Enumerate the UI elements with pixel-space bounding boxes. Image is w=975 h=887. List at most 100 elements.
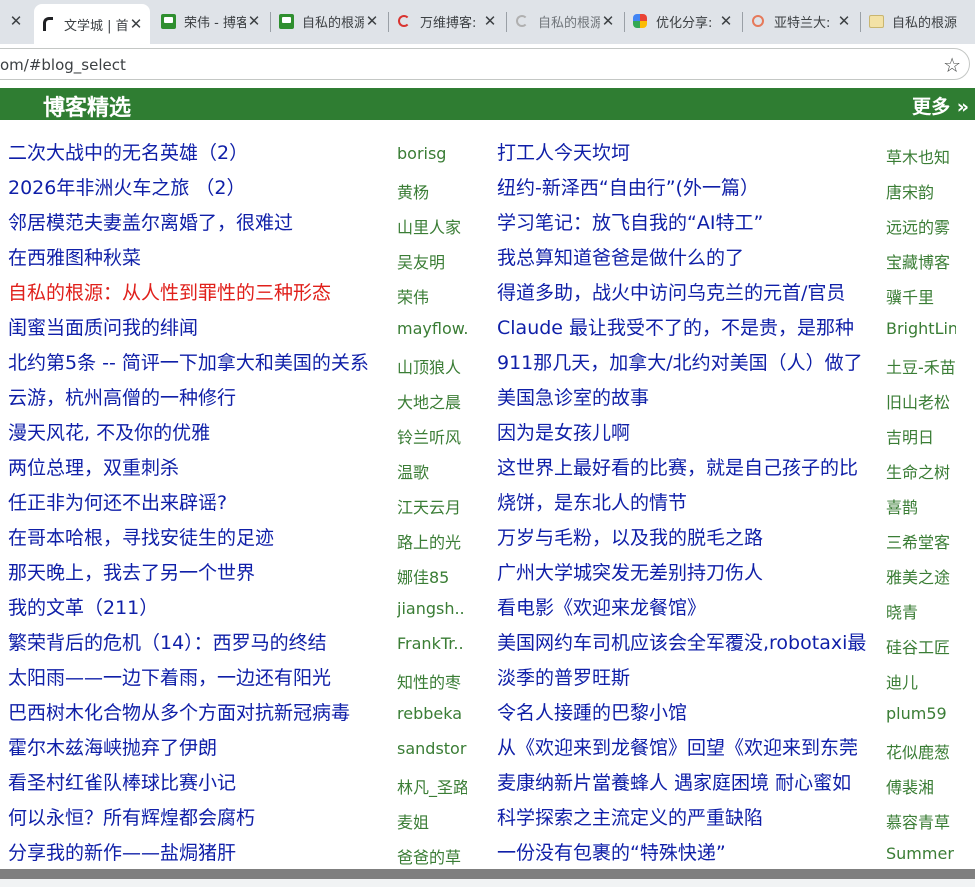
blog-post-title-link[interactable]: 从《欢迎来到龙餐馆》回望《欢迎来到东莞 (497, 733, 870, 760)
browser-tab-atlanta[interactable]: 亚特兰大: ✕ (744, 6, 858, 36)
blog-post-title-link[interactable]: 在哥本哈根，寻找安徒生的足迹 (8, 523, 382, 550)
browser-tab-rongwei[interactable]: 荣伟 - 搏客 ✕ (154, 6, 268, 36)
blog-post-title-link[interactable]: 看电影《欢迎来龙餐馆》 (497, 593, 870, 620)
blog-author-link[interactable]: BrightLin (886, 319, 956, 338)
blog-post-title-link[interactable]: 何以永恒？所有辉煌都会腐朽 (8, 803, 382, 830)
blog-post-title-link[interactable]: 2026年非洲火车之旅 （2） (8, 173, 382, 200)
blog-post-title-link[interactable]: 在西雅图种秋菜 (8, 243, 382, 270)
blog-post-title-link[interactable]: 任正非为何还不出来辟谣? (8, 488, 382, 515)
blog-author-link[interactable]: 温歌 (397, 459, 467, 483)
blog-post-title-link[interactable]: Claude 最让我受不了的，不是贵，是那种 (497, 313, 870, 340)
blog-author-link[interactable]: 草木也知 (886, 144, 956, 168)
blog-author-link[interactable]: 生命之树 (886, 459, 956, 483)
blog-post-title-link[interactable]: 纽约-新泽西“自由行”(外一篇） (497, 173, 870, 200)
browser-tab-partial[interactable]: ✕ (0, 6, 30, 36)
blog-post-title-link[interactable]: 烧饼，是东北人的情节 (497, 488, 870, 515)
tab-close-icon[interactable]: ✕ (364, 12, 380, 30)
blog-author-link[interactable]: jiangsh.. (397, 599, 467, 618)
blog-post-title-link[interactable]: 看圣村红雀队棒球比赛小记 (8, 768, 382, 795)
blog-post-title-link[interactable]: 我总算知道爸爸是做什么的了 (497, 243, 870, 270)
blog-author-link[interactable]: Summer (886, 844, 956, 863)
blog-post-title-link[interactable]: 漫天风花, 不及你的优雅 (8, 418, 382, 445)
horizontal-scrollbar[interactable] (0, 869, 975, 879)
blog-author-link[interactable]: rebbeka (397, 704, 467, 723)
blog-author-link[interactable]: 晓青 (886, 599, 956, 623)
blog-post-title-link[interactable]: 美国急诊室的故事 (497, 383, 870, 410)
blog-author-link[interactable]: 麦姐 (397, 809, 467, 833)
blog-author-link[interactable]: 山顶狼人 (397, 354, 467, 378)
blog-post-title-link[interactable]: 那天晚上，我去了另一个世界 (8, 558, 382, 585)
blog-post-title-link[interactable]: 繁荣背后的危机（14）：西罗马的终结 (8, 628, 382, 655)
blog-author-link[interactable]: sandstorm (397, 739, 467, 758)
blog-post-title-link[interactable]: 自私的根源：从人性到罪性的三种形态 (8, 278, 382, 305)
blog-post-title-link[interactable]: 分享我的新作——盐焗猪肝 (8, 838, 382, 865)
blog-post-title-link[interactable]: 一份没有包裹的“特殊快递” (497, 838, 870, 865)
blog-author-link[interactable]: FrankTr.. (397, 634, 467, 653)
blog-post-title-link[interactable]: 美国网约车司机应该会全军覆没,robotaxi最 (497, 628, 870, 655)
tab-close-icon[interactable]: ✕ (246, 12, 262, 30)
blog-author-link[interactable]: 远远的雾 (886, 214, 956, 238)
browser-tab-wanwei[interactable]: 万维搏客: ✕ (390, 6, 504, 36)
blog-author-link[interactable]: 吴友明 (397, 249, 467, 273)
blog-post-title-link[interactable]: 云游，杭州高僧的一种修行 (8, 383, 382, 410)
tab-close-icon[interactable]: ✕ (600, 12, 616, 30)
blog-post-title-link[interactable]: 科学探索之主流定义的严重缺陷 (497, 803, 870, 830)
blog-post-title-link[interactable]: 这世界上最好看的比赛，就是自己孩子的比 (497, 453, 870, 480)
blog-post-title-link[interactable]: 打工人今天坎坷 (497, 138, 870, 165)
blog-author-link[interactable]: 傅裴湘 (886, 774, 956, 798)
blog-author-link[interactable]: mayflow. (397, 319, 467, 338)
address-bar[interactable] (0, 48, 970, 80)
blog-author-link[interactable]: plum59 (886, 704, 956, 723)
blog-author-link[interactable]: 黄杨 (397, 179, 467, 203)
blog-author-link[interactable]: 江天云月 (397, 494, 467, 518)
browser-tab-selfish-root-2[interactable]: 自私的根源 ✕ (508, 6, 622, 36)
blog-post-title-link[interactable]: 邻居模范夫妻盖尔离婚了，很难过 (8, 208, 382, 235)
url-text[interactable]: om/#blog_select (0, 56, 126, 74)
blog-post-title-link[interactable]: 北约第5条 -- 简评一下加拿大和美国的关系 (8, 348, 382, 375)
blog-post-title-link[interactable]: 万岁与毛粉，以及我的脱毛之路 (497, 523, 870, 550)
tab-close-icon[interactable]: ✕ (718, 12, 734, 30)
bookmark-star-icon[interactable]: ☆ (943, 53, 961, 77)
blog-post-title-link[interactable]: 两位总理，双重刺杀 (8, 453, 382, 480)
blog-author-link[interactable]: borisg (397, 144, 467, 163)
blog-author-link[interactable]: 吉明日 (886, 424, 956, 448)
blog-post-title-link[interactable]: 太阳雨——一边下着雨，一边还有阳光 (8, 663, 382, 690)
blog-post-title-link[interactable]: 令名人接踵的巴黎小馆 (497, 698, 870, 725)
blog-post-title-link[interactable]: 闺蜜当面质问我的绯闻 (8, 313, 382, 340)
blog-author-link[interactable]: 铃兰听风 (397, 424, 467, 448)
blog-post-title-link[interactable]: 我的文革（211） (8, 593, 382, 620)
blog-author-link[interactable]: 喜鹊 (886, 494, 956, 518)
blog-author-link[interactable]: 土豆-禾苗 (886, 354, 956, 378)
blog-author-link[interactable]: 林凡_圣路 (397, 774, 467, 798)
blog-author-link[interactable]: 迪儿 (886, 669, 956, 693)
blog-author-link[interactable]: 爸爸的草 (397, 844, 467, 868)
blog-post-title-link[interactable]: 淡季的普罗旺斯 (497, 663, 870, 690)
more-link[interactable]: 更多 » (912, 92, 969, 119)
blog-post-title-link[interactable]: 得道多助，战火中访问乌克兰的元首/官员 (497, 278, 870, 305)
blog-author-link[interactable]: 雅美之途 (886, 564, 956, 588)
blog-author-link[interactable]: 骥千里 (886, 284, 956, 308)
blog-author-link[interactable]: 硅谷工匠 (886, 634, 956, 658)
blog-post-title-link[interactable]: 广州大学城突发无差别持刀伤人 (497, 558, 870, 585)
blog-author-link[interactable]: 慕容青草 (886, 809, 956, 833)
tab-close-icon[interactable]: ✕ (836, 12, 852, 30)
browser-tab-selfish-root-3[interactable]: 自私的根源 (862, 6, 975, 36)
blog-author-link[interactable]: 荣伟 (397, 284, 467, 308)
blog-post-title-link[interactable]: 麦康纳新片當養蜂人 遇家庭困境 耐心蜜如 (497, 768, 870, 795)
browser-tab-wenxuecity[interactable]: 文学城 | 首 ✕ (34, 4, 150, 44)
blog-author-link[interactable]: 三希堂客 (886, 529, 956, 553)
blog-post-title-link[interactable]: 911那几天，加拿大/北约对美国（人）做了 (497, 348, 870, 375)
blog-author-link[interactable]: 旧山老松 (886, 389, 956, 413)
tab-close-icon[interactable]: ✕ (8, 12, 24, 30)
blog-post-title-link[interactable]: 二次大战中的无名英雄（2） (8, 138, 382, 165)
blog-author-link[interactable]: 知性的枣 (397, 669, 467, 693)
browser-tab-optimize-share[interactable]: 优化分享: ✕ (626, 6, 740, 36)
blog-author-link[interactable]: 唐宋韵 (886, 179, 956, 203)
tab-close-icon[interactable]: ✕ (482, 12, 498, 30)
blog-post-title-link[interactable]: 巴西树木化合物从多个方面对抗新冠病毒 (8, 698, 382, 725)
blog-post-title-link[interactable]: 因为是女孩儿啊 (497, 418, 870, 445)
blog-author-link[interactable]: 山里人家 (397, 214, 467, 238)
blog-author-link[interactable]: 路上的光 (397, 529, 467, 553)
tab-close-icon[interactable]: ✕ (128, 15, 144, 33)
blog-post-title-link[interactable]: 学习笔记：放飞自我的“AI特工” (497, 208, 870, 235)
